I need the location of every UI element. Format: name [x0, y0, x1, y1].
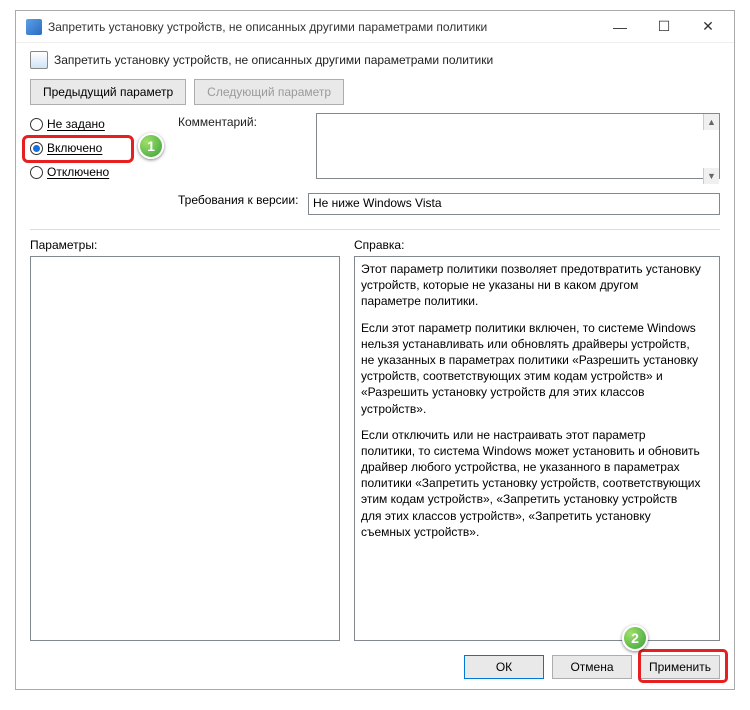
policy-title: Запретить установку устройств, не описан… [54, 53, 493, 67]
parameters-box [30, 256, 340, 641]
policy-header: Запретить установку устройств, не описан… [30, 51, 720, 69]
policy-icon [30, 51, 48, 69]
apply-button[interactable]: Применить [640, 655, 720, 679]
comment-label: Комментарий: [178, 113, 308, 185]
help-paragraph: Этот параметр политики позволяет предотв… [361, 261, 701, 310]
parameters-label: Параметры: [30, 238, 340, 252]
dialog-footer: ОК Отмена Применить 2 [16, 645, 734, 689]
window-title: Запретить установку устройств, не описан… [48, 20, 598, 34]
radio-circle-checked-icon [30, 142, 43, 155]
help-label: Справка: [354, 238, 720, 252]
state-radio-group: Не задано Включено Отключено 1 [30, 113, 170, 185]
next-setting-button: Следующий параметр [194, 79, 344, 105]
radio-enabled-label: Включено [47, 141, 102, 155]
radio-not-configured-label: Не задано [47, 117, 105, 131]
requirements-field: Не ниже Windows Vista [308, 193, 720, 215]
ok-button[interactable]: ОК [464, 655, 544, 679]
window-icon [26, 19, 42, 35]
scroll-up-icon[interactable]: ▲ [703, 114, 719, 130]
radio-disabled-label: Отключено [47, 165, 109, 179]
radio-circle-icon [30, 166, 43, 179]
radio-not-configured[interactable]: Не задано [30, 113, 170, 135]
separator [30, 229, 720, 230]
cancel-button[interactable]: Отмена [552, 655, 632, 679]
help-paragraph: Если отключить или не настраивать этот п… [361, 427, 701, 540]
help-box[interactable]: Этот параметр политики позволяет предотв… [354, 256, 720, 641]
scroll-down-icon[interactable]: ▼ [703, 168, 719, 184]
close-button[interactable]: ✕ [686, 13, 730, 41]
comment-textarea[interactable] [316, 113, 720, 179]
policy-editor-window: Запретить установку устройств, не описан… [15, 10, 735, 690]
previous-setting-button[interactable]: Предыдущий параметр [30, 79, 186, 105]
maximize-button[interactable]: ☐ [642, 13, 686, 41]
radio-enabled[interactable]: Включено [30, 137, 170, 159]
requirements-label: Требования к версии: [30, 193, 300, 215]
help-paragraph: Если этот параметр политики включен, то … [361, 320, 701, 417]
titlebar: Запретить установку устройств, не описан… [16, 11, 734, 43]
radio-circle-icon [30, 118, 43, 131]
radio-disabled[interactable]: Отключено [30, 161, 170, 183]
minimize-button[interactable]: — [598, 13, 642, 41]
